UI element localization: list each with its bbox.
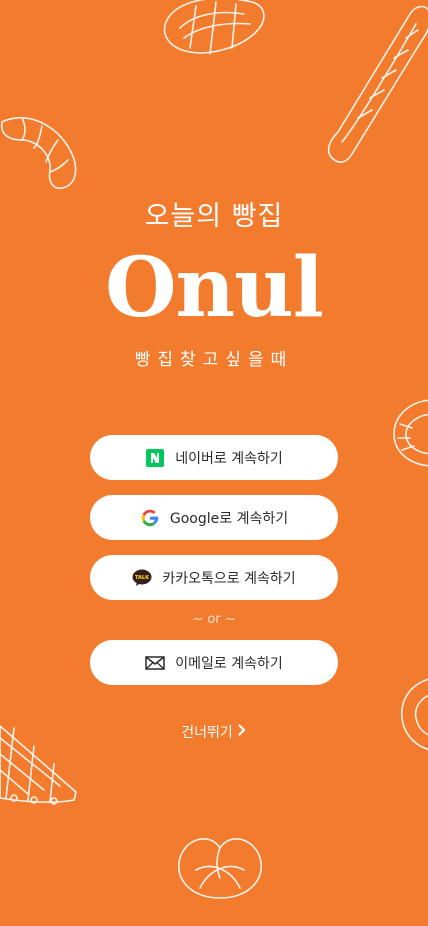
chevron-right-icon xyxy=(237,724,247,740)
email-login-label: 이메일로 계속하기 xyxy=(175,655,283,672)
google-login-button[interactable]: Google로 계속하기 xyxy=(90,495,338,540)
baguette-sketch xyxy=(327,5,428,163)
skip-link[interactable]: 건너뛰기 xyxy=(0,722,428,742)
or-divider: ~ or ~ xyxy=(192,612,236,627)
brand-subtitle: 오늘의 빵집 xyxy=(144,201,284,232)
naver-icon xyxy=(145,448,165,468)
kakao-talk-icon: TALK xyxy=(132,568,152,588)
brand-logo: Onul xyxy=(105,240,324,336)
google-icon xyxy=(140,508,160,528)
bread-sketch-right-lower xyxy=(401,678,428,750)
kakao-login-label: 카카오톡으로 계속하기 xyxy=(162,570,296,587)
email-login-button[interactable]: 이메일로 계속하기 xyxy=(90,640,338,685)
croissant-sketch xyxy=(0,117,77,190)
skip-label: 건너뛰기 xyxy=(181,725,233,741)
naver-login-button[interactable]: 네이버로 계속하기 xyxy=(90,435,338,480)
google-login-label: Google로 계속하기 xyxy=(169,510,289,527)
svg-text:TALK: TALK xyxy=(135,575,150,581)
pretzel-sketch xyxy=(178,838,262,899)
brand-tagline: 빵집찾고싶을때 xyxy=(134,350,294,370)
mail-icon xyxy=(145,653,165,673)
pastry-sketch-top xyxy=(163,0,265,55)
naver-login-label: 네이버로 계속하기 xyxy=(175,450,283,467)
kakao-login-button[interactable]: TALK 카카오톡으로 계속하기 xyxy=(90,555,338,600)
bread-sketch-right xyxy=(393,399,428,467)
